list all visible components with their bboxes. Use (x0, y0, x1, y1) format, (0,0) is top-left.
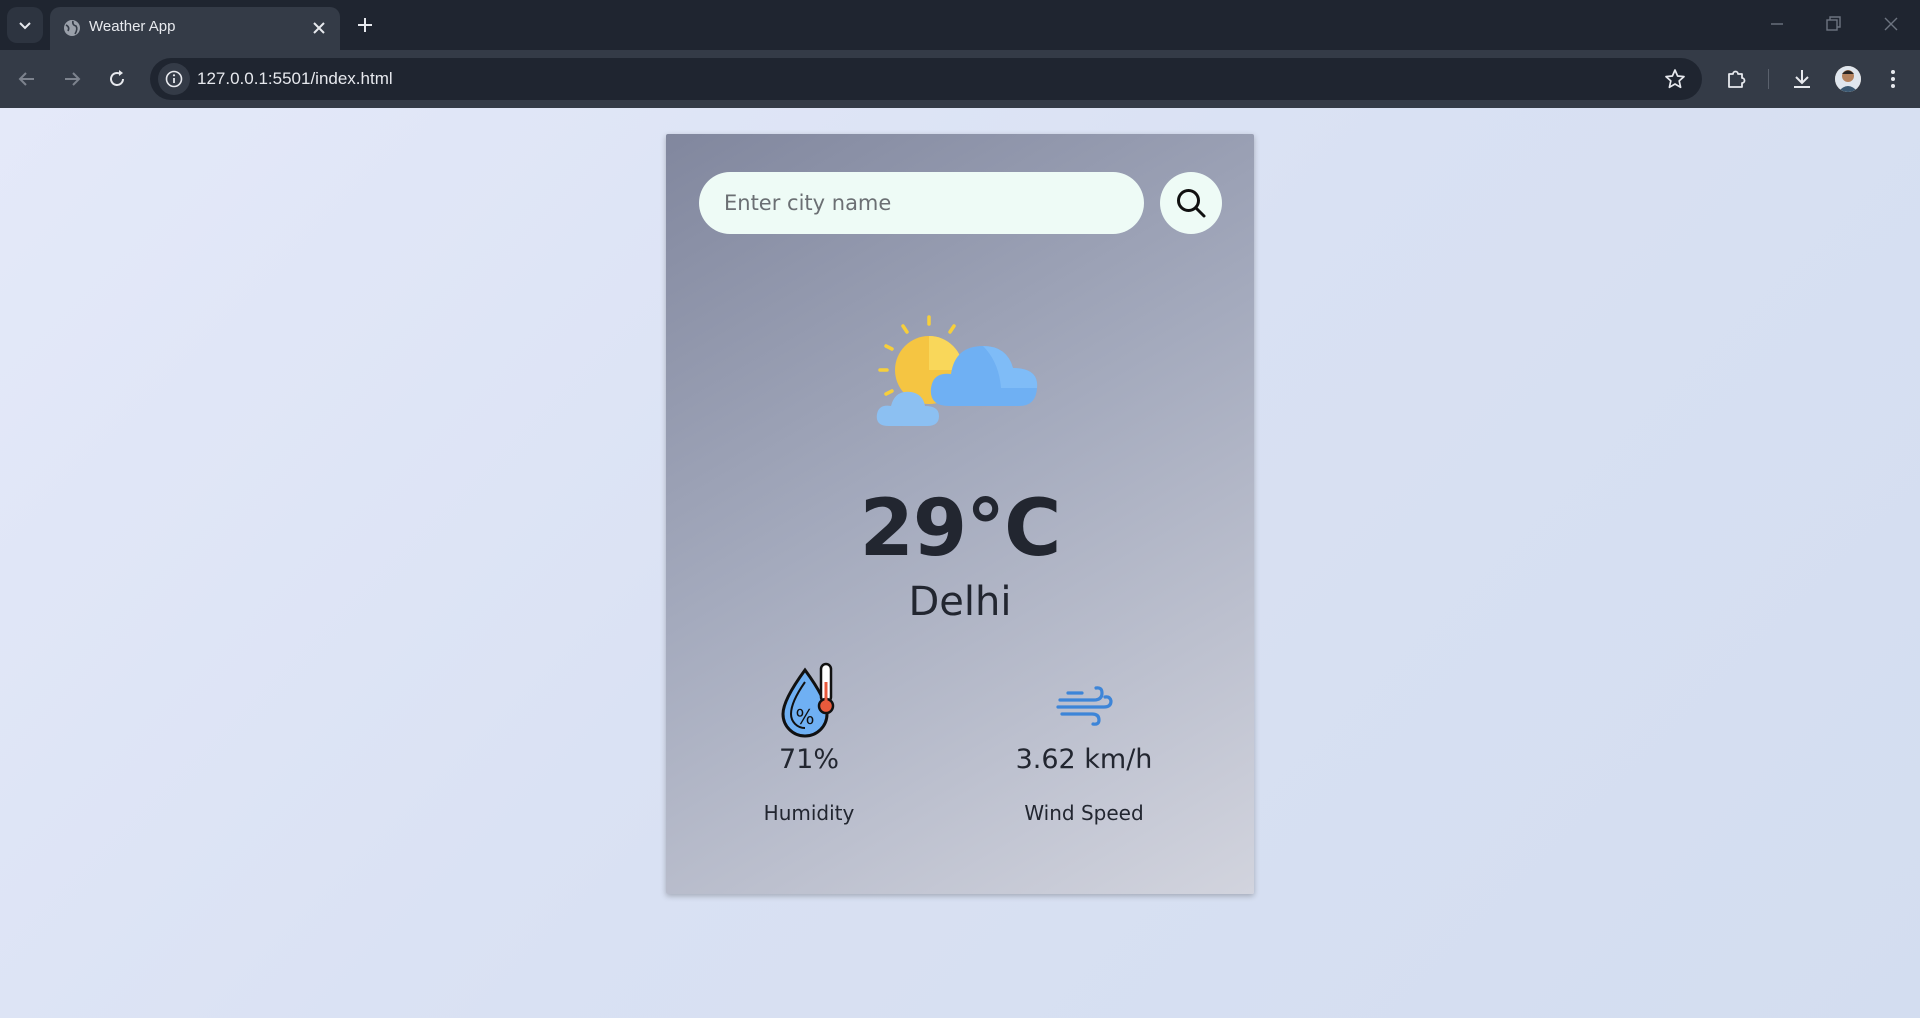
more-menu-icon[interactable] (1881, 67, 1905, 91)
temperature: 29°C (859, 484, 1062, 574)
search-button[interactable] (1160, 172, 1222, 234)
humidity-icon: % (781, 662, 835, 738)
humidity-label: Humidity (763, 801, 855, 825)
page-background: 29°C Delhi % 71% Humidity (0, 108, 1920, 1018)
city-search-input[interactable] (699, 172, 1144, 234)
chevron-down-icon (19, 22, 31, 30)
toolbar-divider (1768, 69, 1769, 89)
download-icon[interactable] (1790, 67, 1814, 91)
browser-tab[interactable]: Weather App (50, 7, 340, 50)
back-arrow-icon[interactable] (16, 68, 38, 90)
tab-search-button[interactable] (7, 7, 43, 43)
forward-arrow-icon[interactable] (61, 68, 83, 90)
humidity-value: 71% (778, 744, 839, 775)
address-bar[interactable]: 127.0.0.1:5501/index.html (150, 58, 1702, 100)
site-info-button[interactable] (158, 63, 190, 95)
wind-icon (1056, 686, 1113, 726)
avatar[interactable] (1835, 66, 1861, 92)
extensions-icon[interactable] (1724, 67, 1748, 91)
close-icon[interactable] (310, 19, 328, 37)
bookmark-star-icon[interactable] (1664, 68, 1686, 90)
close-window-icon[interactable] (1881, 14, 1901, 34)
wind-speed-label: Wind Speed (1024, 801, 1144, 825)
city-name: Delhi (908, 579, 1012, 625)
humidity-block: % 71% Humidity (699, 662, 919, 825)
weather-card: 29°C Delhi % 71% Humidity (666, 134, 1254, 894)
profile-avatar-icon (1835, 66, 1861, 92)
minimize-icon[interactable] (1767, 14, 1787, 34)
info-icon (165, 70, 183, 88)
reload-icon[interactable] (106, 68, 128, 90)
svg-text:%: % (795, 705, 814, 729)
browser-toolbar: 127.0.0.1:5501/index.html (0, 50, 1920, 108)
partly-cloudy-icon (876, 315, 1038, 426)
new-tab-plus-icon[interactable] (355, 15, 375, 35)
tab-title: Weather App (89, 18, 176, 35)
wind-block: 3.62 km/h Wind Speed (974, 662, 1194, 825)
search-icon (1177, 189, 1206, 218)
globe-icon (64, 20, 80, 36)
url-text: 127.0.0.1:5501/index.html (197, 69, 393, 88)
wind-speed-value: 3.62 km/h (1015, 744, 1153, 775)
tab-strip: Weather App (0, 0, 1920, 50)
restore-icon[interactable] (1823, 14, 1843, 34)
